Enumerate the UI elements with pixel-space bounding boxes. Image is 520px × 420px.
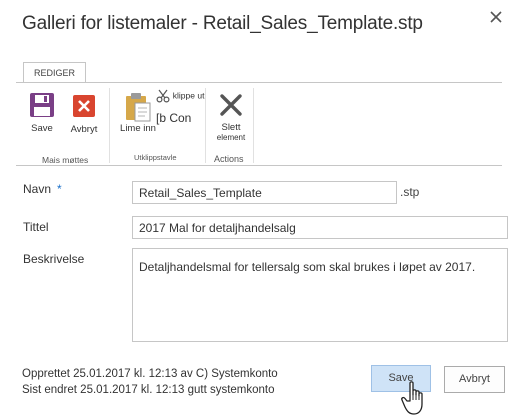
- cut-button[interactable]: klippe ut: [156, 89, 204, 103]
- ribbon-cancel-button[interactable]: Avbryt: [64, 94, 104, 135]
- name-label: Navn *: [23, 182, 62, 196]
- save-icon: [30, 93, 54, 117]
- ribbon-group-label-clipboard: Utklippstavle: [134, 153, 177, 162]
- paste-button[interactable]: Lime inn: [116, 92, 160, 134]
- name-field[interactable]: Retail_Sales_Template: [132, 181, 397, 204]
- cut-label: klippe ut: [172, 90, 205, 101]
- cancel-button[interactable]: Avbryt: [444, 366, 505, 393]
- title-field[interactable]: 2017 Mal for detaljhandelsalg: [132, 216, 508, 239]
- name-label-text: Navn: [23, 182, 52, 196]
- delete-icon: [220, 94, 242, 116]
- scissors-icon: [156, 89, 170, 103]
- name-suffix: .stp: [400, 185, 420, 199]
- ribbon-group-divider: [205, 88, 206, 163]
- ribbon-save-label: Save: [31, 123, 53, 134]
- ribbon-save-button[interactable]: Save: [26, 92, 58, 134]
- paste-icon: [126, 93, 151, 122]
- tab-rediger[interactable]: REDIGER: [23, 62, 86, 83]
- ribbon-group-divider: [253, 88, 254, 163]
- title-label: Tittel: [23, 220, 49, 234]
- delete-item-button[interactable]: Slett element: [212, 92, 250, 143]
- ribbon-group-label-manage: Mais møttes: [42, 155, 89, 165]
- delete-label-line1: Slett: [221, 122, 241, 133]
- copy-label: [b Con: [156, 111, 192, 125]
- close-icon[interactable]: [487, 8, 505, 26]
- description-field[interactable]: Detaljhandelsmal for tellersalg som skal…: [132, 248, 508, 342]
- required-mark: *: [57, 182, 62, 196]
- dialog-title: Galleri for listemaler - Retail_Sales_Te…: [22, 13, 423, 34]
- delete-label-line2: element: [216, 133, 246, 142]
- ribbon-group-label-actions: Actions: [214, 154, 244, 164]
- description-label: Beskrivelse: [23, 252, 85, 266]
- cancel-icon: [73, 95, 95, 117]
- hand-cursor-icon: [401, 381, 423, 415]
- created-info: Opprettet 25.01.2017 kl. 12:13 av C) Sys…: [22, 368, 278, 380]
- modified-info: Sist endret 25.01.2017 kl. 12:13 gutt sy…: [22, 384, 275, 396]
- copy-button[interactable]: [b Con: [156, 111, 191, 125]
- paste-label: Lime inn: [120, 123, 156, 134]
- ribbon-group-divider: [109, 88, 110, 163]
- ribbon-cancel-label: Avbryt: [70, 124, 98, 135]
